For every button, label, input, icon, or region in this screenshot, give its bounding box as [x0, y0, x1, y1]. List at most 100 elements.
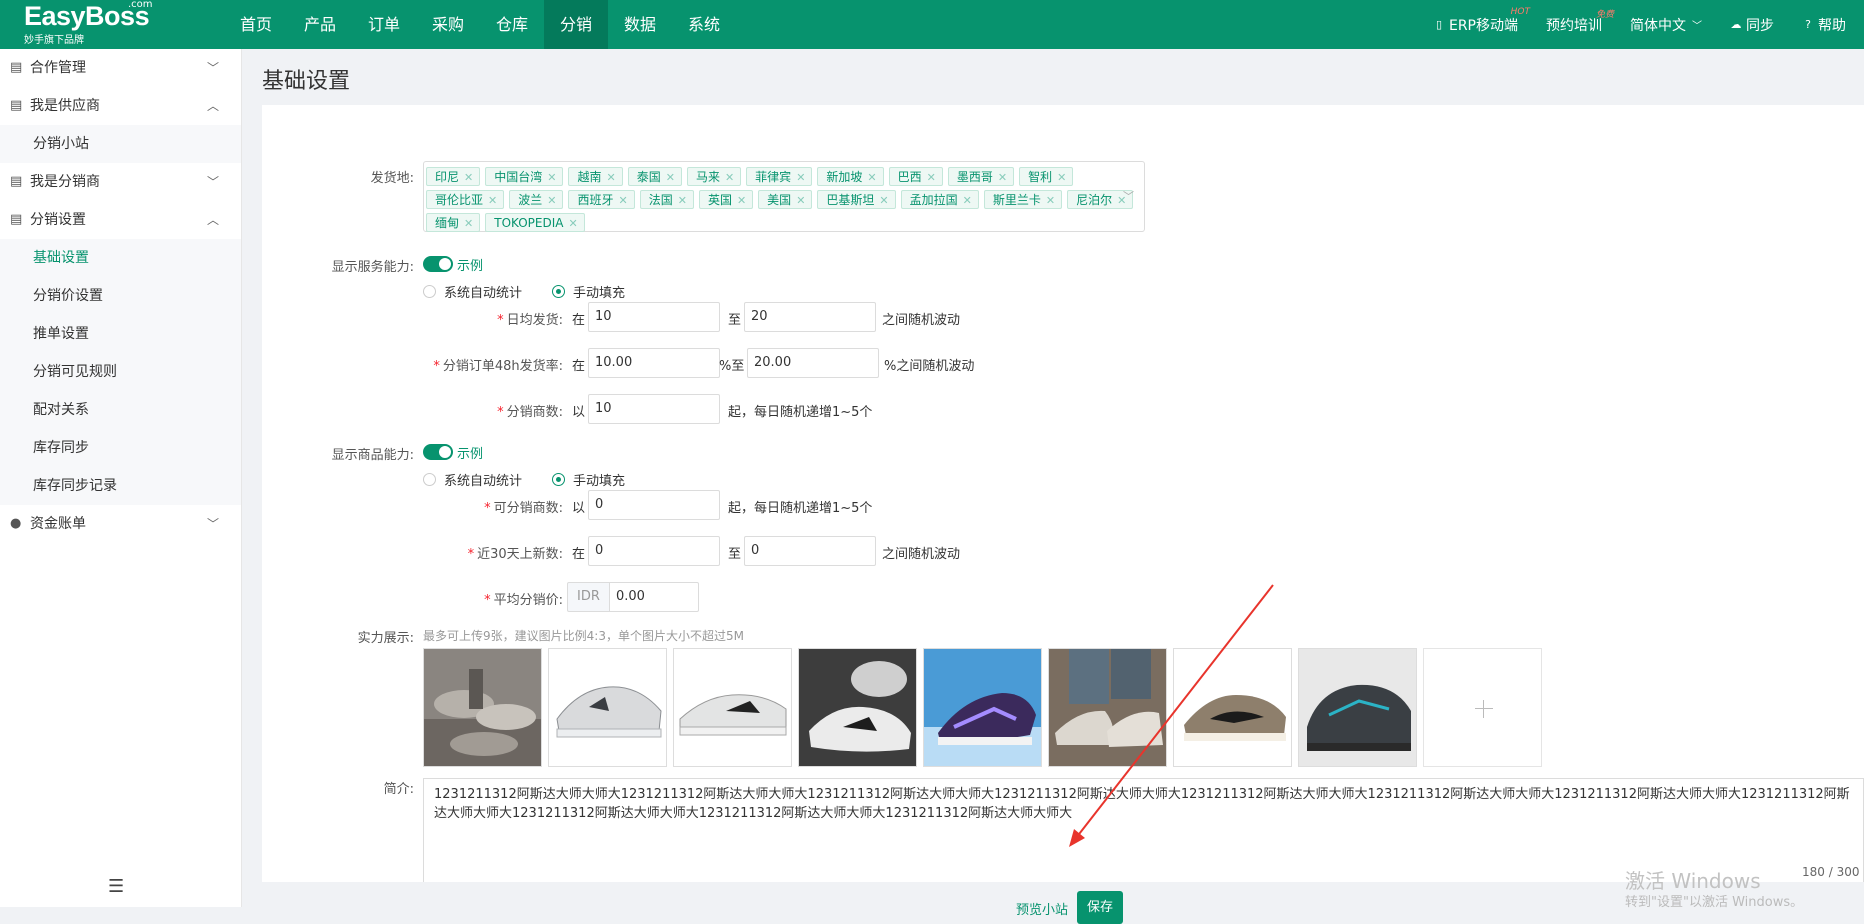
remove-tag-icon[interactable]: ✕: [737, 194, 746, 207]
nav-orders[interactable]: 订单: [352, 0, 416, 49]
ship-from-tag[interactable]: 菲律宾 ✕: [746, 167, 813, 186]
preview-site-link[interactable]: 预览小站: [1016, 899, 1068, 918]
sidebar-group-distributor[interactable]: ▤ 我是分销商 ﹀: [0, 163, 241, 201]
ship-from-tag[interactable]: 孟加拉国 ✕: [900, 190, 979, 209]
ship-from-tag[interactable]: 泰国 ✕: [627, 167, 682, 186]
remove-tag-icon[interactable]: ✕: [547, 171, 556, 184]
ship-from-tag[interactable]: 马来 ✕: [686, 167, 742, 186]
ship-from-tag[interactable]: 印尼 ✕: [426, 167, 481, 186]
ship-from-tag[interactable]: 巴基斯坦 ✕: [817, 190, 896, 209]
showcase-image-4[interactable]: [798, 648, 917, 767]
ship-from-tag[interactable]: 哥伦比亚 ✕: [426, 190, 505, 209]
sellable-count-input[interactable]: 0: [588, 490, 720, 520]
radio-label: 手动填充: [573, 286, 626, 301]
remove-tag-icon[interactable]: ✕: [927, 171, 936, 184]
goods-example-link[interactable]: 示例: [457, 443, 483, 462]
service-radio-manual[interactable]: 手动填充: [552, 282, 625, 301]
remove-tag-icon[interactable]: ✕: [464, 171, 473, 184]
ship-from-tag[interactable]: 波兰 ✕: [509, 190, 564, 209]
erp-mobile-link[interactable]: ▯ ERP移动端 HOT: [1433, 7, 1530, 35]
showcase-image-8[interactable]: [1298, 648, 1417, 767]
save-button[interactable]: 保存: [1077, 891, 1123, 924]
ship-from-tag[interactable]: 缅甸 ✕: [426, 213, 481, 232]
sidebar-group-supplier[interactable]: ▤ 我是供应商 ︿: [0, 87, 241, 125]
remove-tag-icon[interactable]: ✕: [678, 194, 687, 207]
remove-tag-icon[interactable]: ✕: [998, 171, 1007, 184]
sidebar-item-stock-sync[interactable]: 库存同步: [0, 429, 241, 467]
remove-tag-icon[interactable]: ✕: [1057, 171, 1066, 184]
remove-tag-icon[interactable]: ✕: [547, 194, 556, 207]
showcase-image-7[interactable]: [1173, 648, 1292, 767]
goods-toggle[interactable]: [423, 444, 453, 460]
logo[interactable]: EasyBoss .com 妙手旗下品牌: [24, 0, 153, 46]
training-link[interactable]: 预约培训 免费: [1546, 10, 1614, 35]
remove-tag-icon[interactable]: ✕: [618, 194, 627, 207]
remove-tag-icon[interactable]: ✕: [666, 171, 675, 184]
remove-tag-icon[interactable]: ✕: [879, 194, 888, 207]
sidebar-item-push-settings[interactable]: 推单设置: [0, 315, 241, 353]
sidebar-item-basic-settings[interactable]: 基础设置: [0, 239, 241, 277]
remove-tag-icon[interactable]: ✕: [1046, 194, 1055, 207]
sidebar-item-visibility-rules[interactable]: 分销可见规则: [0, 353, 241, 391]
remove-tag-icon[interactable]: ✕: [796, 171, 805, 184]
language-select[interactable]: 简体中文 ﹀: [1630, 15, 1702, 35]
nav-products[interactable]: 产品: [288, 0, 352, 49]
upload-image-button[interactable]: [1423, 648, 1542, 767]
rate-to-input[interactable]: 20.00: [747, 348, 879, 378]
remove-tag-icon[interactable]: ✕: [725, 171, 734, 184]
service-radio-auto[interactable]: 系统自动统计: [423, 282, 522, 301]
sidebar-group-cooperation[interactable]: ▤ 合作管理 ﹀: [0, 49, 241, 87]
ship-from-tag[interactable]: 墨西哥 ✕: [947, 167, 1015, 186]
ship-from-select[interactable]: 印尼 ✕ 中国台湾 ✕ 越南 ✕ 泰国 ✕ 马来 ✕ 菲律宾 ✕ 新加坡 ✕ 巴西 ✕ 墨西哥 ✕ 智利 ✕ 哥伦比亚 ✕…: [423, 161, 1145, 232]
nav-home[interactable]: 首页: [224, 0, 288, 49]
avg-price-input[interactable]: 0.00: [609, 582, 699, 612]
nav-data[interactable]: 数据: [608, 0, 672, 49]
remove-tag-icon[interactable]: ✕: [796, 194, 805, 207]
remove-tag-icon[interactable]: ✕: [606, 171, 615, 184]
distributor-count-input[interactable]: 10: [588, 394, 720, 424]
sidebar-item-stock-sync-log[interactable]: 库存同步记录: [0, 467, 241, 505]
new-to-input[interactable]: 0: [744, 536, 876, 566]
ship-from-tag[interactable]: 巴西 ✕: [888, 167, 943, 186]
ship-from-tag[interactable]: 英国 ✕: [698, 190, 754, 209]
nav-system[interactable]: 系统: [672, 0, 736, 49]
sidebar-item-pairing[interactable]: 配对关系: [0, 391, 241, 429]
showcase-image-6[interactable]: [1048, 648, 1167, 767]
ship-from-tag[interactable]: 越南 ✕: [568, 167, 623, 186]
sidebar-item-price-settings[interactable]: 分销价设置: [0, 277, 241, 315]
ship-from-tag[interactable]: 斯里兰卡 ✕: [983, 190, 1063, 209]
sidebar-group-funds[interactable]: ● 资金账单 ﹀: [0, 505, 241, 543]
remove-tag-icon[interactable]: ✕: [464, 217, 473, 230]
service-toggle[interactable]: [423, 256, 453, 272]
remove-tag-icon[interactable]: ✕: [568, 217, 577, 230]
ship-from-tag[interactable]: 智利 ✕: [1019, 167, 1074, 186]
remove-tag-icon[interactable]: ✕: [867, 171, 876, 184]
showcase-image-1[interactable]: [423, 648, 542, 767]
sidebar-group-distribution-settings[interactable]: ▤ 分销设置 ︿: [0, 201, 241, 239]
nav-warehouse[interactable]: 仓库: [480, 0, 544, 49]
rate-from-input[interactable]: 10.00: [588, 348, 720, 378]
ship-from-tag[interactable]: 西班牙 ✕: [568, 190, 635, 209]
nav-purchase[interactable]: 采购: [416, 0, 480, 49]
collapse-menu-icon[interactable]: ☰: [108, 876, 124, 897]
ship-from-tag[interactable]: 美国 ✕: [758, 190, 813, 209]
remove-tag-icon[interactable]: ✕: [963, 194, 972, 207]
daily-to-input[interactable]: 20: [744, 302, 876, 332]
showcase-image-3[interactable]: [673, 648, 792, 767]
ship-from-tag[interactable]: 法国 ✕: [639, 190, 694, 209]
service-example-link[interactable]: 示例: [457, 255, 483, 274]
daily-from-input[interactable]: 10: [588, 302, 720, 332]
help-button[interactable]: ? 帮助: [1802, 15, 1846, 35]
goods-radio-manual[interactable]: 手动填充: [552, 470, 625, 489]
sync-button[interactable]: ☁ 同步: [1730, 15, 1775, 35]
ship-from-tag[interactable]: 新加坡 ✕: [817, 167, 884, 186]
new-from-input[interactable]: 0: [588, 536, 720, 566]
goods-radio-auto[interactable]: 系统自动统计: [423, 470, 522, 489]
nav-distribution[interactable]: 分销: [544, 0, 608, 49]
showcase-image-5[interactable]: [923, 648, 1042, 767]
ship-from-tag[interactable]: 中国台湾 ✕: [485, 167, 564, 186]
remove-tag-icon[interactable]: ✕: [488, 194, 497, 207]
ship-from-tag[interactable]: TOKOPEDIA ✕: [485, 213, 585, 232]
sidebar-item-distribution-site[interactable]: 分销小站: [0, 125, 241, 163]
showcase-image-2[interactable]: [548, 648, 667, 767]
